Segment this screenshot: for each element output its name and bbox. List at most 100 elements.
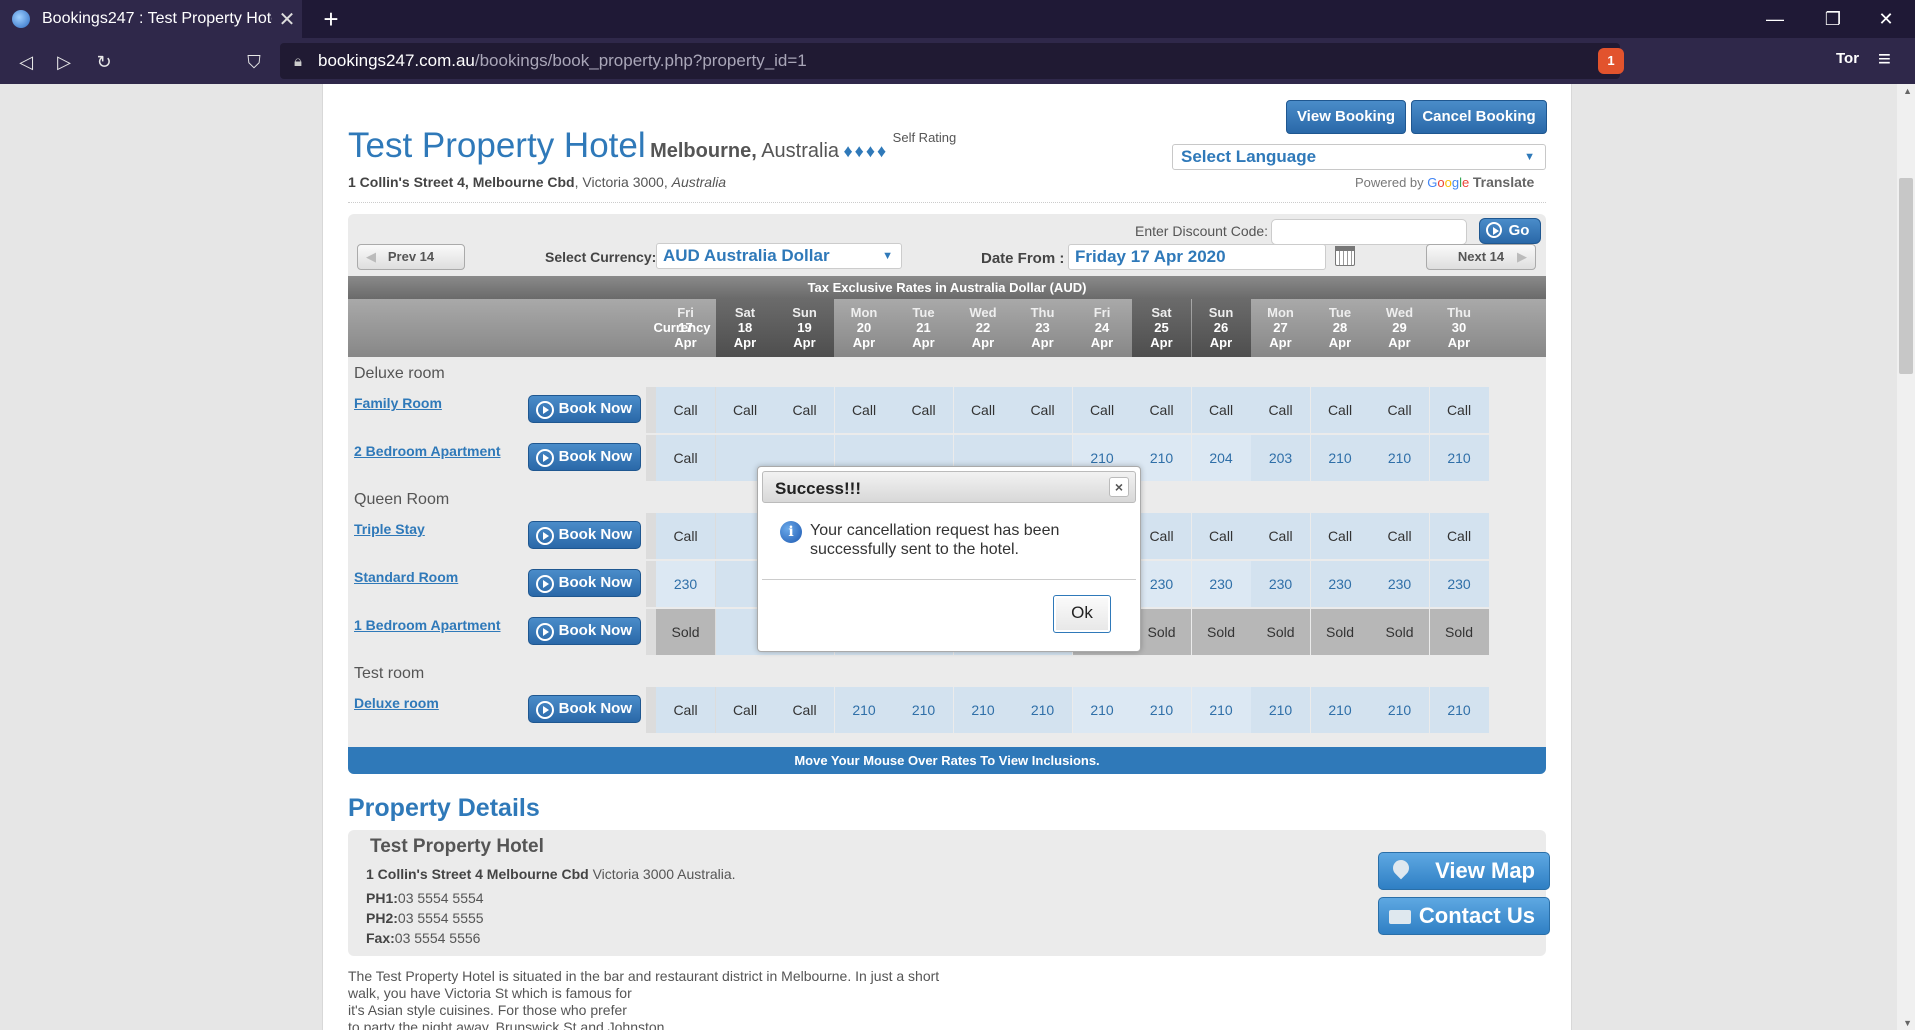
rate-cell[interactable]: Call — [715, 387, 775, 433]
rate-cell[interactable]: 230 — [1191, 561, 1251, 607]
book-now-button[interactable]: Book Now — [528, 521, 641, 549]
prev-14-button[interactable]: ◀ Prev 14 — [357, 244, 465, 270]
rate-cell[interactable]: Call — [775, 687, 834, 733]
rate-cell[interactable]: Call — [656, 513, 715, 559]
rate-cell[interactable]: 210 — [953, 687, 1013, 733]
scrollbar-thumb[interactable] — [1899, 178, 1913, 374]
book-now-button[interactable]: Book Now — [528, 617, 641, 645]
rate-cell[interactable]: 210 — [1072, 687, 1132, 733]
rate-cell[interactable]: Sold — [1310, 609, 1370, 655]
rate-cell[interactable]: Call — [894, 387, 953, 433]
rate-cell[interactable]: 210 — [1251, 687, 1310, 733]
rate-cell[interactable]: Call — [834, 387, 894, 433]
triangle-right-icon: ▶ — [1517, 249, 1527, 264]
rate-cell[interactable]: 210 — [1132, 687, 1191, 733]
date-from-input[interactable]: Friday 17 Apr 2020 — [1068, 244, 1326, 270]
rate-cell[interactable]: Call — [775, 387, 834, 433]
room-name-link[interactable]: Standard Room — [354, 569, 458, 585]
reload-icon[interactable]: ↻ — [88, 46, 120, 78]
rate-cell[interactable]: Call — [1310, 387, 1370, 433]
rate-cell[interactable]: 210 — [1013, 687, 1072, 733]
rate-cell[interactable]: Call — [1013, 387, 1072, 433]
book-now-button[interactable]: Book Now — [528, 443, 641, 471]
rate-cell[interactable]: 210 — [1310, 687, 1370, 733]
rate-cell[interactable]: Sold — [656, 609, 715, 655]
rate-cell[interactable]: 230 — [1310, 561, 1370, 607]
window-close-icon[interactable]: ✕ — [1857, 0, 1915, 38]
rate-cell[interactable]: Sold — [1191, 609, 1251, 655]
google-translate-credit: Powered by Google Translate — [1355, 174, 1534, 190]
rate-cell[interactable]: Call — [953, 387, 1013, 433]
book-now-button[interactable]: Book Now — [528, 695, 641, 723]
room-name-link[interactable]: 2 Bedroom Apartment — [354, 443, 501, 459]
back-icon[interactable]: ◁ — [10, 46, 42, 78]
rate-cell[interactable]: Sold — [1251, 609, 1310, 655]
rate-cell[interactable]: 230 — [1370, 561, 1429, 607]
room-name-link[interactable]: Triple Stay — [354, 521, 425, 537]
room-name-link[interactable]: Deluxe room — [354, 695, 439, 711]
next-14-button[interactable]: Next 14 ▶ — [1426, 244, 1536, 270]
rate-cell[interactable]: 210 — [1310, 435, 1370, 481]
book-now-button[interactable]: Book Now — [528, 569, 641, 597]
dialog-title: Success!!! — [775, 479, 861, 498]
rate-cell[interactable]: Call — [1251, 513, 1310, 559]
tab-close-icon[interactable]: ✕ — [272, 7, 302, 32]
rate-cell[interactable]: Call — [656, 387, 715, 433]
rate-cell[interactable]: 230 — [1251, 561, 1310, 607]
rate-cell[interactable]: 210 — [834, 687, 894, 733]
new-tab-icon[interactable]: + — [314, 2, 348, 36]
rate-cell[interactable]: Call — [1429, 387, 1489, 433]
view-map-button[interactable]: View Map — [1378, 852, 1550, 890]
rate-cell[interactable]: Call — [1191, 513, 1251, 559]
rate-cell[interactable]: Sold — [1429, 609, 1489, 655]
rate-cell[interactable]: Call — [1132, 387, 1191, 433]
rate-cell[interactable]: 203 — [1251, 435, 1310, 481]
tab-bar: Bookings247 : Test Property Hotel ✕ + — … — [0, 0, 1915, 38]
go-button[interactable]: Go — [1479, 218, 1541, 244]
cancel-booking-button[interactable]: Cancel Booking — [1411, 100, 1547, 134]
url-field[interactable]: 🔒︎ bookings247.com.au/bookings/book_prop… — [280, 43, 1620, 79]
book-now-button[interactable]: Book Now — [528, 395, 641, 423]
rate-cell[interactable]: Call — [1191, 387, 1251, 433]
rate-cell[interactable]: 230 — [1429, 561, 1489, 607]
browser-tab[interactable]: Bookings247 : Test Property Hotel ✕ — [0, 0, 302, 38]
dialog-close-icon[interactable]: × — [1109, 477, 1129, 497]
rate-cell[interactable]: Call — [1072, 387, 1132, 433]
scroll-up-icon[interactable]: ▲ — [1903, 86, 1912, 96]
brave-shield-icon[interactable]: 1 — [1598, 48, 1624, 74]
forward-icon[interactable]: ▷ — [48, 46, 80, 78]
language-select[interactable]: Select Language ▼ — [1172, 144, 1546, 170]
ok-button[interactable]: Ok — [1053, 595, 1111, 633]
rate-cell[interactable]: Call — [656, 687, 715, 733]
view-booking-button[interactable]: View Booking — [1286, 100, 1406, 134]
rate-cell[interactable]: Call — [715, 687, 775, 733]
hamburger-menu-icon[interactable]: ≡ — [1878, 46, 1891, 72]
minimize-icon[interactable]: — — [1746, 0, 1804, 38]
rate-cell[interactable]: Call — [1310, 513, 1370, 559]
contact-us-button[interactable]: Contact Us — [1378, 897, 1550, 935]
rate-cell[interactable]: Call — [1370, 513, 1429, 559]
calendar-icon[interactable] — [1335, 246, 1355, 266]
rate-cell[interactable]: Call — [1251, 387, 1310, 433]
rate-cell[interactable]: 210 — [1429, 435, 1489, 481]
restore-icon[interactable]: ❐ — [1804, 0, 1862, 38]
bookmark-icon[interactable]: ⛉ — [238, 46, 270, 78]
rate-cell[interactable]: 204 — [1191, 435, 1251, 481]
discount-code-input[interactable] — [1271, 219, 1467, 245]
rate-cell[interactable]: 210 — [1370, 435, 1429, 481]
rate-cell[interactable]: 210 — [1191, 687, 1251, 733]
scroll-down-icon[interactable]: ▼ — [1903, 1018, 1912, 1028]
rate-cell[interactable]: Call — [656, 435, 715, 481]
rate-cell[interactable]: 210 — [1370, 687, 1429, 733]
rate-cell[interactable]: Call — [1429, 513, 1489, 559]
rate-cell[interactable]: Call — [1370, 387, 1429, 433]
currency-select[interactable]: AUD Australia Dollar ▼ — [656, 243, 902, 269]
tor-button[interactable]: Tor — [1836, 50, 1859, 67]
rate-cell[interactable]: 210 — [1429, 687, 1489, 733]
vertical-scrollbar[interactable]: ▲ ▼ — [1897, 84, 1915, 1030]
rate-cell[interactable]: 210 — [894, 687, 953, 733]
rate-cell[interactable]: Sold — [1370, 609, 1429, 655]
rate-cell[interactable]: 230 — [656, 561, 715, 607]
room-name-link[interactable]: 1 Bedroom Apartment — [354, 617, 501, 633]
room-name-link[interactable]: Family Room — [354, 395, 442, 411]
